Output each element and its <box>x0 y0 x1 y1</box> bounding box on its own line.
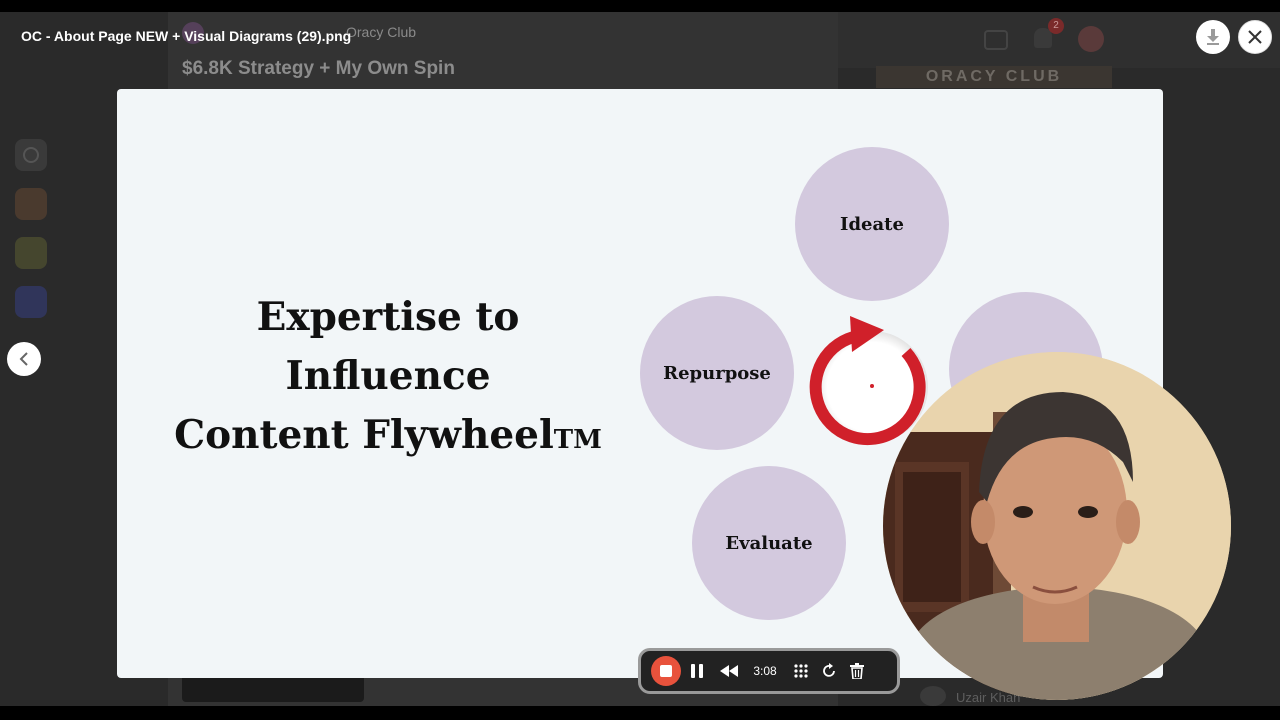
chat-icon <box>984 30 1008 50</box>
circle-repurpose-label: Repurpose <box>663 362 771 384</box>
slide-title: Expertise to Influence Content FlywheelT… <box>150 288 626 470</box>
background-banner: ORACY CLUB <box>876 66 1112 88</box>
grid-icon <box>794 664 808 678</box>
delete-recording-button[interactable] <box>843 657 871 685</box>
user-avatar <box>1078 26 1104 52</box>
close-button[interactable] <box>1238 20 1272 54</box>
recording-timer: 3:08 <box>753 664 777 678</box>
top-frame-bar <box>0 0 1280 12</box>
sidebar-app-icon-4 <box>15 286 47 318</box>
background-thumbnail <box>182 678 364 702</box>
pause-icon <box>691 664 703 678</box>
webcam-bubble[interactable] <box>883 352 1231 700</box>
stop-icon <box>660 665 672 677</box>
rewind-icon <box>720 665 738 677</box>
sidebar-app-icon-2 <box>15 188 47 220</box>
restart-icon <box>823 663 835 677</box>
presenter-video <box>883 352 1231 700</box>
pause-button[interactable] <box>683 657 711 685</box>
circle-ideate: Ideate <box>795 147 949 301</box>
notification-badge: 2 <box>1048 18 1064 34</box>
grid-button[interactable] <box>787 657 815 685</box>
circle-evaluate: Evaluate <box>692 466 846 620</box>
circle-repurpose: Repurpose <box>640 296 794 450</box>
circle-ideate-label: Ideate <box>840 213 904 235</box>
title-line-1: Expertise to <box>256 294 520 340</box>
close-icon <box>1248 30 1262 44</box>
background-group-name: Oracy Club <box>346 24 417 40</box>
circle-evaluate-label: Evaluate <box>725 532 813 554</box>
title-line-3-text: Content Flywheel <box>174 412 554 458</box>
rewind-button[interactable] <box>715 657 743 685</box>
trash-icon <box>850 663 864 679</box>
commenter-avatar <box>920 686 946 706</box>
bottom-frame-bar <box>0 706 1280 720</box>
title-line-2: Influence <box>285 353 491 399</box>
trademark-mark: TM <box>553 425 602 455</box>
sidebar-app-icon-1 <box>15 139 47 171</box>
download-icon <box>1207 29 1219 45</box>
chevron-left-icon <box>19 352 28 366</box>
previous-button[interactable] <box>7 342 41 376</box>
title-line-3: Content FlywheelTM <box>150 406 626 470</box>
download-button[interactable] <box>1196 20 1230 54</box>
recording-toolbar: 3:08 <box>638 648 900 694</box>
restart-button[interactable] <box>815 657 843 685</box>
stop-recording-button[interactable] <box>651 656 681 686</box>
background-post-title: $6.8K Strategy + My Own Spin <box>182 58 455 79</box>
sidebar-app-icon-3 <box>15 237 47 269</box>
file-title: OC - About Page NEW + Visual Diagrams (2… <box>21 28 352 44</box>
